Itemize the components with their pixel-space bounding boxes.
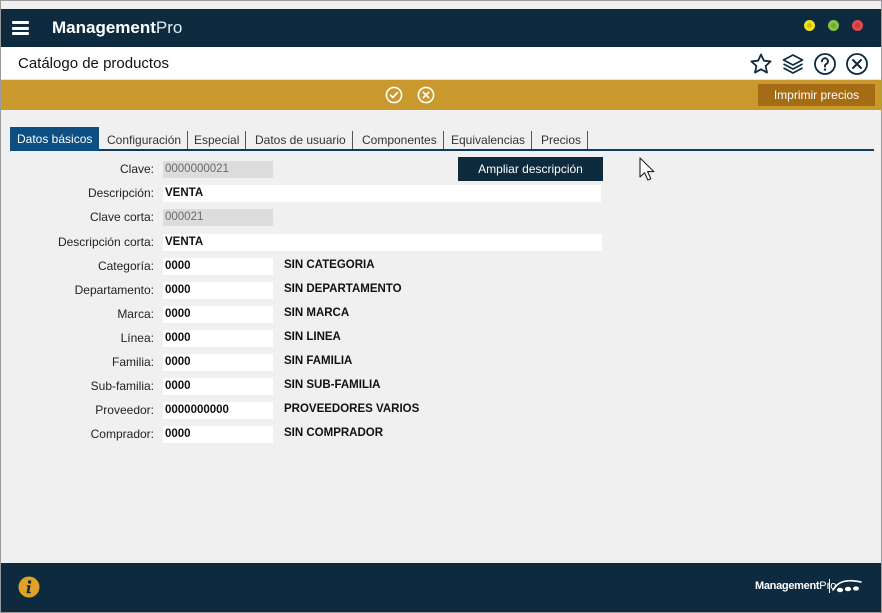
ampliar-descripcion-button[interactable]: Ampliar descripción <box>458 157 603 181</box>
linea-field[interactable]: 0000 <box>163 330 273 347</box>
familia-field[interactable]: 0000 <box>163 354 273 371</box>
clave-corta-label: Clave corta: <box>89 210 154 224</box>
form-row-linea: Línea: 0000 SIN LINEA <box>1 330 881 348</box>
form-row-categoria: Categoría: 0000 SIN CATEGORIA <box>1 258 881 276</box>
form-row-clave: Clave: 0000000021 <box>1 161 881 179</box>
app-window: ManagementPro Catálogo de productos Impr… <box>0 0 882 613</box>
form-row-proveedor: Proveedor: 0000000000 PROVEEDORES VARIOS <box>1 402 881 420</box>
tab-bar: Datos básicos Configuración Especial Dat… <box>10 127 874 151</box>
maximize-button[interactable] <box>828 20 839 31</box>
tab-componentes[interactable]: Componentes <box>357 131 444 149</box>
tab-datos-de-usuario[interactable]: Datos de usuario <box>250 131 353 149</box>
clave-corta-field: 000021 <box>163 209 273 226</box>
minimize-button[interactable] <box>804 20 815 31</box>
descripcion-corta-label: Descripción corta: <box>57 235 154 249</box>
tab-datos-basicos[interactable]: Datos básicos <box>10 127 100 151</box>
familia-description: SIN FAMILIA <box>284 355 353 367</box>
categoria-field[interactable]: 0000 <box>163 258 273 275</box>
form-row-departamento: Departamento: 0000 SIN DEPARTAMENTO <box>1 282 881 300</box>
proveedor-label: Proveedor: <box>95 403 154 417</box>
sub-familia-description: SIN SUB-FAMILIA <box>284 379 381 391</box>
check-circle-icon[interactable] <box>385 86 403 104</box>
marca-label: Marca: <box>117 307 154 321</box>
departamento-description: SIN DEPARTAMENTO <box>284 283 402 295</box>
departamento-field[interactable]: 0000 <box>163 282 273 299</box>
info-icon[interactable] <box>18 576 40 598</box>
title-bar: ManagementPro <box>1 9 881 47</box>
marca-description: SIN MARCA <box>284 307 350 319</box>
familia-label: Familia: <box>111 355 154 369</box>
comprador-field[interactable]: 0000 <box>163 426 273 443</box>
form-row-comprador: Comprador: 0000 SIN COMPRADOR <box>1 426 881 444</box>
print-prices-button[interactable]: Imprimir precios <box>758 84 875 106</box>
departamento-label: Departamento: <box>74 283 154 297</box>
footer-brand: ManagementPro <box>755 580 837 592</box>
form-row-sub-familia: Sub-familia: 0000 SIN SUB-FAMILIA <box>1 378 881 396</box>
form-row-marca: Marca: 0000 SIN MARCA <box>1 306 881 324</box>
tab-especial[interactable]: Especial <box>189 131 247 149</box>
hamburger-menu-icon[interactable] <box>12 21 29 35</box>
close-circle-icon[interactable] <box>845 52 869 76</box>
comprador-label: Comprador: <box>90 427 154 441</box>
star-icon[interactable] <box>749 52 773 76</box>
mouse-pointer-icon <box>639 157 655 181</box>
page-title: Catálogo de productos <box>18 55 169 72</box>
categoria-label: Categoría: <box>97 259 154 273</box>
form-row-clave-corta: Clave corta: 000021 <box>1 209 881 227</box>
close-window-button[interactable] <box>852 20 863 31</box>
brand-logo-icon <box>829 579 862 593</box>
categoria-description: SIN CATEGORIA <box>284 259 375 271</box>
tab-configuracion[interactable]: Configuración <box>102 131 189 149</box>
sub-familia-label: Sub-familia: <box>90 379 154 393</box>
form-row-descripcion-corta: Descripción corta: VENTA <box>1 234 881 252</box>
proveedor-field[interactable]: 0000000000 <box>163 402 273 419</box>
clave-field: 0000000021 <box>163 161 273 178</box>
marca-field[interactable]: 0000 <box>163 306 273 323</box>
form-row-familia: Familia: 0000 SIN FAMILIA <box>1 354 881 372</box>
descripcion-corta-field[interactable]: VENTA <box>163 234 602 251</box>
proveedor-description: PROVEEDORES VARIOS <box>284 403 420 415</box>
page-header: Catálogo de productos <box>1 47 881 80</box>
form-row-descripcion: Descripción: VENTA <box>1 185 881 203</box>
tab-equivalencias[interactable]: Equivalencias <box>446 131 533 149</box>
footer-bar: ManagementPro <box>1 563 881 612</box>
comprador-description: SIN COMPRADOR <box>284 427 384 439</box>
help-icon[interactable] <box>813 52 837 76</box>
action-bar: Imprimir precios <box>1 80 881 110</box>
cancel-circle-icon[interactable] <box>417 86 435 104</box>
sub-familia-field[interactable]: 0000 <box>163 378 273 395</box>
linea-label: Línea: <box>120 331 154 345</box>
layers-icon[interactable] <box>781 52 805 76</box>
descripcion-field[interactable]: VENTA <box>163 185 601 202</box>
clave-label: Clave: <box>119 162 154 176</box>
tab-precios[interactable]: Precios <box>536 131 589 149</box>
descripcion-label: Descripción: <box>87 186 154 200</box>
linea-description: SIN LINEA <box>284 331 341 343</box>
app-brand: ManagementPro <box>52 18 183 37</box>
